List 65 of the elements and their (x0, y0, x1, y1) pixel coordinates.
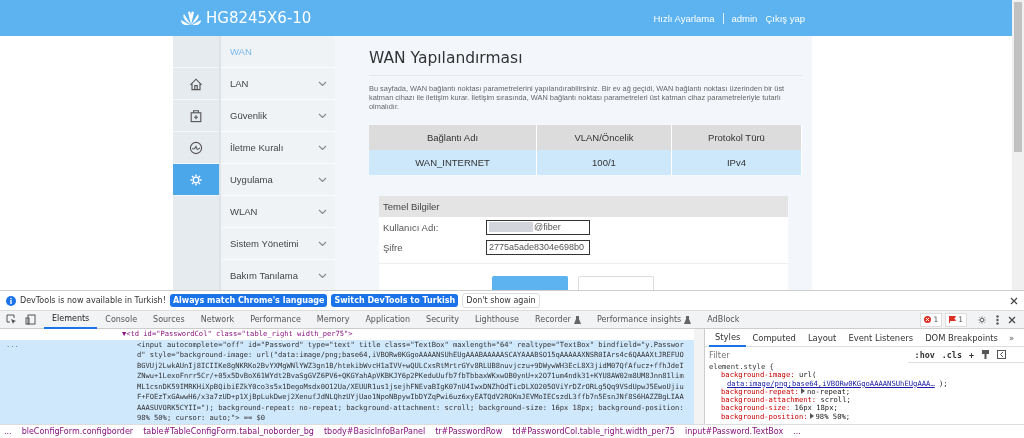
breadcrumb[interactable]: bleConfigForm.configborder (21, 427, 134, 436)
scrollbar[interactable] (694, 329, 704, 424)
sidebar-pane-tab[interactable]: DOM Breakpoints (919, 328, 1004, 347)
devtools-tab[interactable]: Performance (242, 310, 309, 329)
breadcrumb[interactable]: ... (793, 427, 801, 436)
paint-icon[interactable] (981, 350, 990, 359)
devtools-tab[interactable]: Security (418, 310, 467, 329)
devtools-tab[interactable]: Console (97, 310, 146, 329)
devtools-tab[interactable]: Memory (308, 310, 358, 329)
breadcrumb[interactable]: ... (4, 427, 12, 436)
inspect-icon[interactable] (6, 314, 17, 325)
table-cell[interactable]: WAN_INTERNET (369, 150, 537, 175)
settings-icon[interactable] (977, 314, 987, 325)
column-header: Protokol Türü (671, 125, 802, 150)
breadcrumb[interactable]: input#Password.TextBox (684, 427, 784, 436)
sidebar-pane-tab[interactable]: Layout (801, 328, 843, 347)
gear-icon (188, 171, 204, 188)
style-tool[interactable]: .cls (941, 349, 962, 360)
breadcrumb[interactable]: tr#PasswordRow (435, 427, 503, 436)
devtools-tab[interactable]: Network (192, 310, 243, 329)
input-field[interactable]: 2775a5ade8304e698b0 (486, 239, 590, 255)
expand-triangle-icon[interactable] (800, 387, 805, 394)
device-model-title: HG8245X6-10 (206, 9, 312, 27)
page-title: WAN Yapılandırması (369, 49, 802, 76)
more-options-icon[interactable] (996, 314, 999, 325)
expand-triangle-icon[interactable] (809, 412, 814, 419)
column-header: VLAN/Öncelik (536, 125, 672, 150)
nav-icon-tab[interactable] (173, 164, 219, 196)
petal-logo-icon (180, 10, 202, 26)
style-tool[interactable]: + (968, 349, 974, 360)
info-icon (6, 295, 16, 306)
section-header: Temel Bilgiler (379, 196, 788, 217)
infobar-button[interactable]: Switch DevTools to Turkish (331, 294, 459, 307)
table-cell[interactable]: 100/1 (536, 150, 672, 175)
device-toolbar-icon[interactable] (25, 314, 36, 325)
sidebar-toggle-icon[interactable] (997, 350, 1006, 359)
breadcrumb[interactable]: tbody#BasicInfoBarPanel (323, 427, 426, 436)
error-icon (924, 316, 932, 323)
more-tabs-chevron[interactable]: » (1003, 332, 1020, 343)
devtools-tab[interactable]: Application (357, 310, 419, 329)
close-icon[interactable] (1008, 315, 1016, 324)
flag-icon (949, 316, 957, 323)
close-icon[interactable] (1010, 296, 1018, 305)
sidebar-pane-tab[interactable]: Event Listeners (842, 328, 920, 347)
infobar-button[interactable]: Don't show again (462, 293, 540, 308)
sidebar-pane-tab[interactable]: Computed (746, 328, 802, 347)
devtools-tab[interactable]: Recorder (527, 310, 589, 329)
infobar-button[interactable]: Always match Chrome's language (169, 294, 328, 307)
breadcrumb[interactable]: td#PasswordCol.table_right.width_per75 (512, 427, 675, 436)
field-label: Kullanıcı Adı: (383, 221, 440, 233)
field-label: Şifre (383, 241, 404, 253)
breadcrumb[interactable]: table#TableConfigForm.tabal_noborder_bg (143, 427, 314, 436)
scrollbar[interactable] (1012, 0, 1024, 290)
infobar-message: DevTools is now available in Turkish! (20, 296, 166, 305)
gauge-icon (188, 139, 204, 156)
devtools-tab[interactable]: AdBlock (699, 310, 748, 329)
column-header: Bağlantı Adı (369, 125, 537, 150)
devtools-tab[interactable]: Performance insights (588, 310, 700, 329)
style-tool[interactable]: :hov (914, 349, 935, 360)
table-cell[interactable]: IPv4 (671, 150, 802, 175)
devtools-tab[interactable]: Elements (44, 310, 98, 329)
devtools-tab[interactable]: Sources (145, 310, 193, 329)
box-icon (188, 107, 204, 124)
input-field[interactable]: @fiber (486, 219, 590, 235)
devtools-tab[interactable]: Lighthouse (466, 310, 528, 329)
